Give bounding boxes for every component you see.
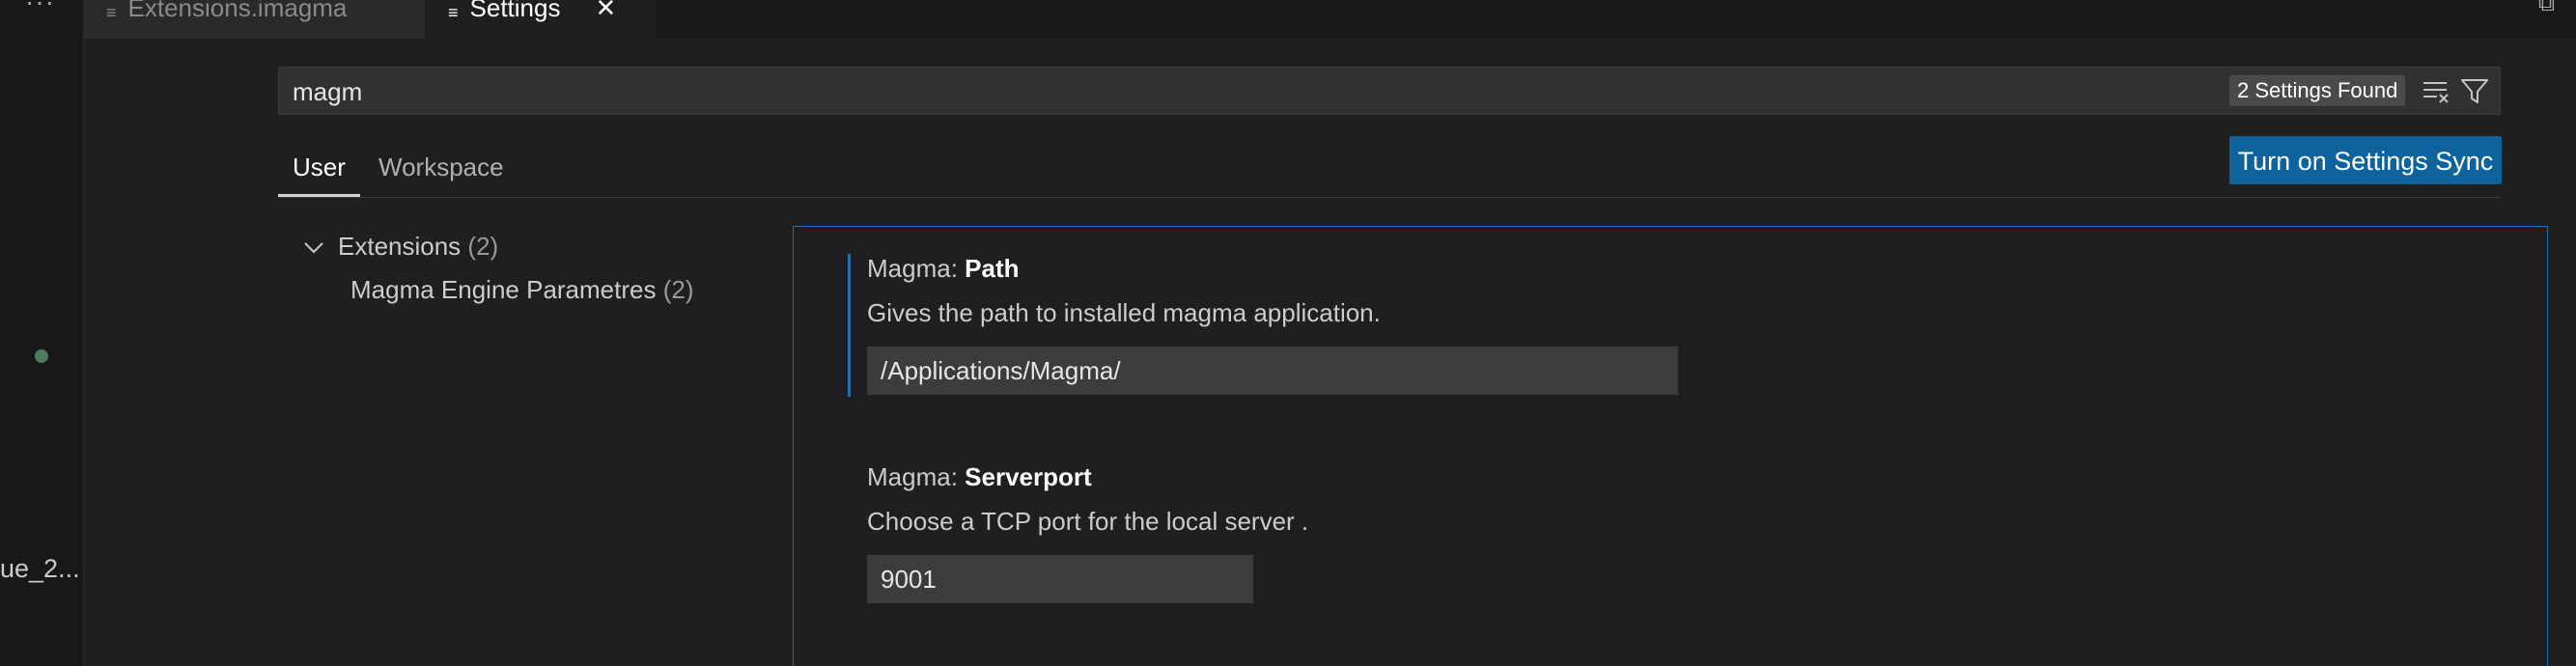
setting-magma-serverport: Magma: Serverport Choose a TCP port for … <box>794 462 2532 607</box>
setting-key: Serverport <box>965 462 1092 491</box>
filter-icon[interactable] <box>2459 75 2490 106</box>
magma-path-field[interactable] <box>867 347 1678 395</box>
lines-icon: ≡ <box>448 3 459 22</box>
search-bar: 2 Settings Found <box>278 67 2501 116</box>
tree-item-magma-engine-parametres[interactable]: Magma Engine Parametres (2) <box>350 275 694 305</box>
tree-item-count: (2) <box>467 232 499 261</box>
tab-user[interactable]: User <box>278 143 360 197</box>
setting-magma-path: Magma: Path Gives the path to installed … <box>794 254 2532 399</box>
turn-on-settings-sync-button[interactable]: Turn on Settings Sync <box>2229 136 2502 184</box>
clear-filter-icon[interactable] <box>2421 77 2451 106</box>
setting-title: Magma: Serverport <box>867 462 1092 492</box>
tab-extensions-imagma[interactable]: ≡ Extensions.imagma <box>83 0 425 39</box>
sidebar-truncated-label[interactable]: ue_2... <box>0 554 80 584</box>
status-dot-icon <box>35 349 48 363</box>
chevron-down-icon <box>303 232 324 262</box>
setting-category: Magma: <box>867 254 966 283</box>
close-icon[interactable]: ✕ <box>595 0 616 23</box>
setting-description: Gives the path to installed magma applic… <box>867 298 1381 327</box>
tree-item-extensions[interactable]: Extensions (2) <box>303 232 498 262</box>
tree-item-count: (2) <box>662 275 694 304</box>
settings-editor-window: ··· ue_2... ≡ Extensions.imagma ≡ Settin… <box>0 0 2576 666</box>
setting-title: Magma: Path <box>867 254 1020 284</box>
tree-item-label: Magma Engine Parametres <box>350 275 657 304</box>
editor-tab-bar: ≡ Extensions.imagma ≡ Settings ✕ ⧉ <box>83 0 2576 39</box>
magma-serverport-field[interactable] <box>867 555 1253 603</box>
results-count-badge: 2 Settings Found <box>2229 75 2406 106</box>
tab-settings[interactable]: ≡ Settings ✕ <box>425 0 657 39</box>
tab-workspace[interactable]: Workspace <box>378 143 504 197</box>
more-actions-icon[interactable]: ··· <box>25 0 55 17</box>
setting-key: Path <box>965 254 1020 283</box>
focus-indicator <box>848 254 851 397</box>
tree-item-label: Extensions <box>338 232 462 261</box>
settings-list-panel: Magma: Path Gives the path to installed … <box>793 226 2548 666</box>
lines-icon: ≡ <box>106 3 117 22</box>
activity-sidebar: ··· ue_2... <box>0 0 84 666</box>
settings-scope-tabs: User Workspace <box>278 143 2501 198</box>
setting-category: Magma: <box>867 462 966 491</box>
tab-label: Settings <box>469 0 561 22</box>
setting-description: Choose a TCP port for the local server . <box>867 507 1309 536</box>
split-editor-icon[interactable]: ⧉ <box>2538 0 2555 17</box>
tab-label: Extensions.imagma <box>127 0 348 22</box>
search-input[interactable] <box>291 68 1839 116</box>
